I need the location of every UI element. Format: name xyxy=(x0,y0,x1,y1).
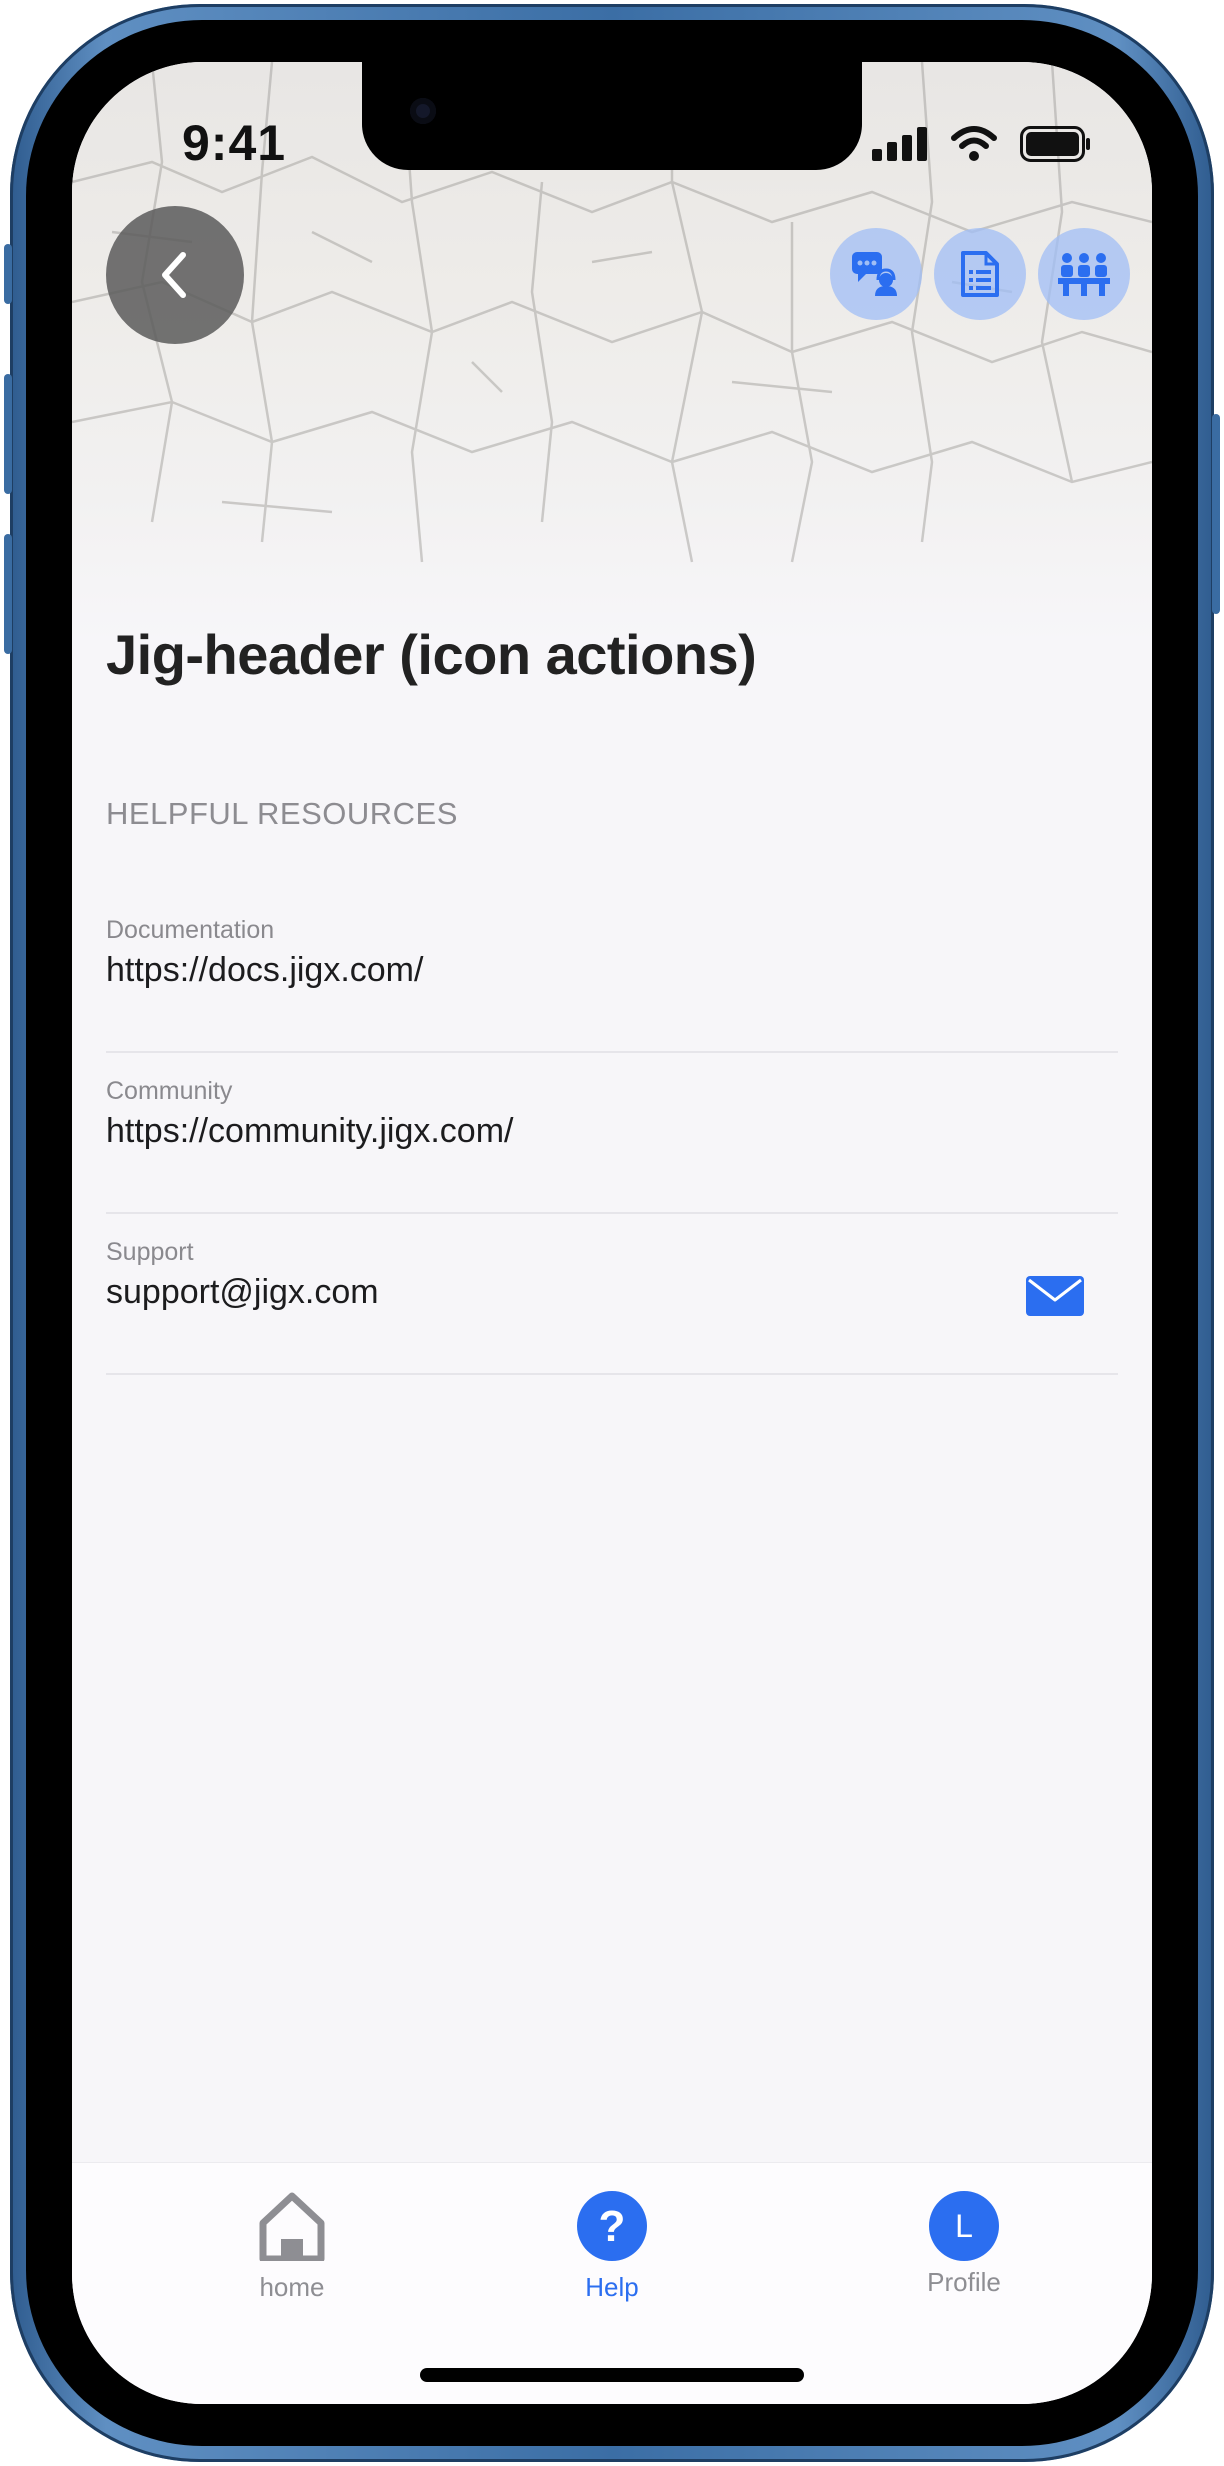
mute-switch xyxy=(4,244,12,304)
community-button[interactable] xyxy=(1038,228,1130,320)
tab-home[interactable]: home xyxy=(192,2191,392,2303)
help-icon: ? xyxy=(577,2191,647,2261)
wifi-icon xyxy=(951,126,997,161)
email-button[interactable] xyxy=(1026,1276,1084,1321)
tab-label: home xyxy=(259,2272,325,2302)
list-item-community[interactable]: Community https://community.jigx.com/ xyxy=(106,1053,1118,1214)
power-button xyxy=(1212,414,1220,614)
support-chat-icon xyxy=(852,252,897,296)
item-value[interactable]: https://docs.jigx.com/ xyxy=(106,951,1118,990)
item-value[interactable]: support@jigx.com xyxy=(106,1273,1118,1312)
item-label: Support xyxy=(106,1238,194,1266)
list-item-documentation[interactable]: Documentation https://docs.jigx.com/ xyxy=(106,892,1118,1053)
back-button[interactable] xyxy=(106,206,244,344)
item-label: Community xyxy=(106,1077,233,1105)
home-indicator[interactable] xyxy=(420,2368,804,2382)
cellular-signal-icon xyxy=(872,127,927,161)
status-icons xyxy=(872,126,1092,162)
screen: 9:41 Jig-header (icon actions) HELPFUL R… xyxy=(72,62,1152,2404)
tab-label: Profile xyxy=(927,2267,1001,2297)
item-label: Documentation xyxy=(106,916,275,944)
front-camera xyxy=(410,98,436,124)
tab-help[interactable]: ? Help xyxy=(512,2191,712,2303)
document-button[interactable] xyxy=(934,228,1026,320)
document-icon xyxy=(961,251,999,297)
support-chat-button[interactable] xyxy=(830,228,922,320)
item-value[interactable]: https://community.jigx.com/ xyxy=(106,1112,1118,1151)
notch xyxy=(362,62,862,170)
chevron-left-icon xyxy=(162,252,186,298)
page-title: Jig-header (icon actions) xyxy=(106,623,757,686)
community-icon xyxy=(1058,253,1110,296)
list-item-support[interactable]: Support support@jigx.com xyxy=(106,1214,1118,1375)
status-time: 9:41 xyxy=(182,115,287,171)
resources-list: Documentation https://docs.jigx.com/ Com… xyxy=(106,892,1118,1375)
tab-label: Help xyxy=(585,2272,639,2302)
avatar: L xyxy=(929,2191,999,2261)
header-actions xyxy=(830,228,1130,320)
volume-up-button xyxy=(4,374,12,494)
volume-down-button xyxy=(4,534,12,654)
svg-text:?: ? xyxy=(599,2202,626,2251)
tab-profile[interactable]: L Profile xyxy=(864,2191,1064,2298)
avatar-initial: L xyxy=(955,2207,973,2244)
battery-icon xyxy=(1020,126,1090,162)
section-header: HELPFUL RESOURCES xyxy=(106,796,458,831)
mail-icon xyxy=(1026,1276,1084,1316)
home-icon xyxy=(259,2192,325,2263)
